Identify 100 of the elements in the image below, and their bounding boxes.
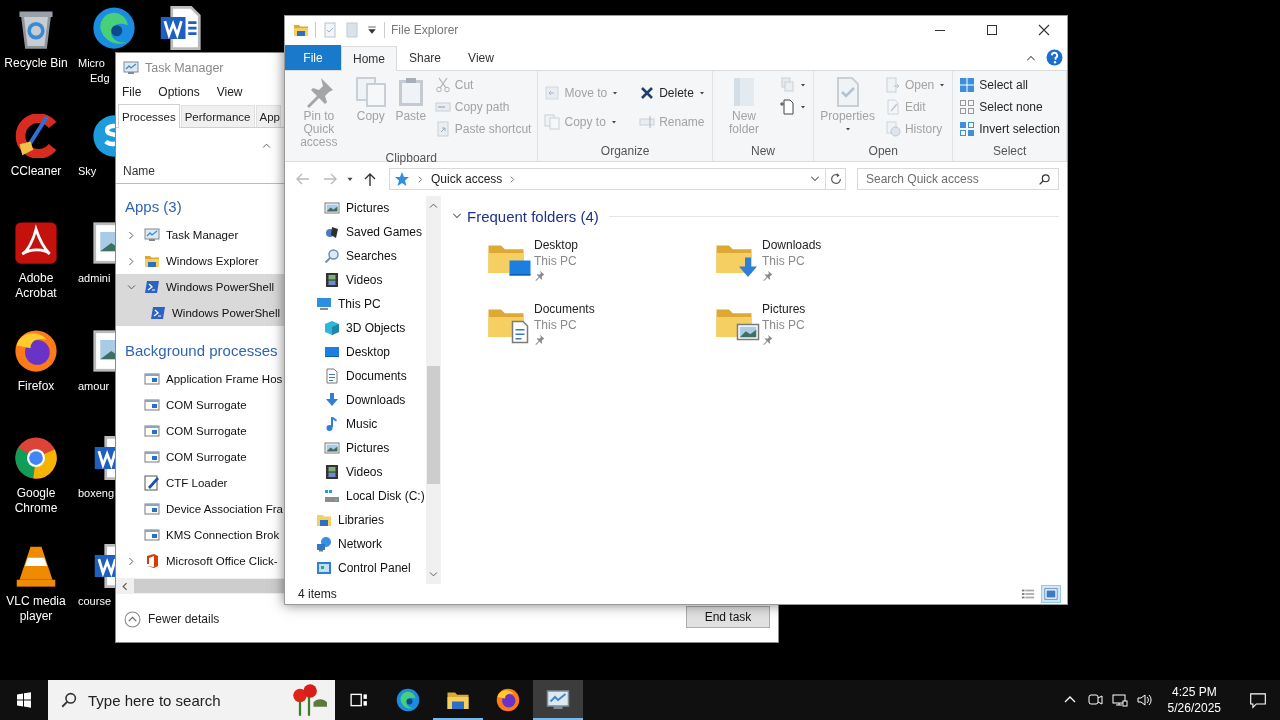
image-file-icon[interactable]: [92, 221, 115, 265]
ribbon-tab[interactable]: View: [453, 45, 509, 70]
process-row[interactable]: Windows PowerShell: [116, 300, 285, 326]
up-arrow-icon[interactable]: [362, 171, 378, 187]
taskbar-app-button[interactable]: [533, 680, 583, 720]
process-row[interactable]: Microsoft Office Click-: [116, 548, 285, 574]
process-row[interactable]: Device Association Fra: [116, 496, 285, 522]
process-row[interactable]: KMS Connection Brok: [116, 522, 285, 548]
ribbon-button[interactable]: Select none: [956, 96, 1063, 118]
firefox-icon[interactable]: [14, 328, 58, 373]
nav-item[interactable]: Pictures: [285, 436, 426, 460]
large-icons-view-button[interactable]: [1041, 585, 1061, 603]
nav-item[interactable]: Local Disk (C:): [285, 484, 426, 508]
help-icon[interactable]: [1046, 49, 1063, 66]
section-title[interactable]: Frequent folders (4): [467, 207, 599, 225]
caret-icon: [799, 103, 808, 111]
icon-label[interactable]: Recycle Bin: [0, 56, 72, 71]
chrome-icon[interactable]: [14, 436, 58, 480]
library-icon: [316, 512, 332, 528]
acrobat-icon[interactable]: [14, 221, 58, 265]
end-task-button[interactable]: End task: [686, 606, 770, 628]
edge-icon[interactable]: [92, 6, 136, 50]
ribbon-button[interactable]: Delete: [636, 82, 709, 104]
camera-icon[interactable]: [1086, 692, 1103, 708]
scroll-left-icon[interactable]: [119, 580, 130, 592]
easy-access-icon: [779, 99, 796, 115]
nav-item[interactable]: Saved Games: [285, 220, 426, 244]
window-title: File Explorer: [391, 23, 460, 37]
folder-tile[interactable]: Pictures This PC: [714, 302, 942, 366]
icon-label[interactable]: Edg: [90, 71, 110, 86]
folder-tile[interactable]: Desktop This PC: [486, 238, 714, 302]
icon-label[interactable]: course: [78, 593, 112, 609]
folder-tile[interactable]: Documents This PC: [486, 302, 714, 366]
nav-item[interactable]: Libraries: [285, 508, 426, 532]
nav-item[interactable]: 3D Objects: [285, 316, 426, 340]
column-header[interactable]: Name: [123, 164, 285, 178]
image-file-icon[interactable]: [92, 328, 115, 373]
search-field[interactable]: Search Quick access: [857, 168, 1059, 190]
icon-label[interactable]: admini: [78, 271, 111, 286]
icon-label[interactable]: amour: [78, 378, 110, 394]
icon-label[interactable]: VLC media player: [0, 593, 72, 624]
network-icon[interactable]: [1111, 692, 1128, 708]
process-row[interactable]: Task Manager: [116, 222, 285, 248]
x-mark-icon: [639, 85, 656, 101]
horizontal-scrollbar[interactable]: [116, 578, 285, 594]
nav-item[interactable]: This PC: [285, 292, 426, 316]
office-icon: [144, 553, 160, 569]
vertical-scrollbar[interactable]: [426, 196, 441, 584]
ribbon-tab[interactable]: Home: [341, 46, 397, 71]
customize-caret-icon[interactable]: [366, 24, 378, 36]
ribbon-button[interactable]: Select all: [956, 74, 1063, 96]
process-row[interactable]: COM Surrogate: [116, 418, 285, 444]
chevron-right-icon[interactable]: [508, 174, 518, 184]
nav-item[interactable]: Searches: [285, 244, 426, 268]
speaker-icon[interactable]: [1136, 692, 1153, 708]
breadcrumb[interactable]: Quick access: [431, 172, 503, 186]
window-icon: [144, 371, 160, 387]
nav-item[interactable]: Desktop: [285, 340, 426, 364]
file-menu-tab[interactable]: File: [285, 45, 341, 70]
nav-item[interactable]: Music: [285, 412, 426, 436]
process-row[interactable]: Windows PowerShell: [116, 274, 285, 300]
icon-label[interactable]: Google Chrome: [0, 486, 72, 516]
process-row[interactable]: COM Surrogate: [116, 444, 285, 470]
menu-item[interactable]: Options: [158, 85, 200, 99]
nav-item[interactable]: Videos: [285, 460, 426, 484]
address-bar[interactable]: Quick access: [389, 168, 846, 190]
icon-label[interactable]: CCleaner: [0, 163, 72, 179]
ccleaner-icon[interactable]: [14, 113, 58, 158]
ribbon-tab[interactable]: Share: [397, 45, 453, 70]
tab[interactable]: Processes: [118, 104, 180, 128]
nav-item[interactable]: Videos: [285, 268, 426, 292]
icon-label[interactable]: Adobe Acrobat: [0, 271, 72, 301]
process-row[interactable]: Windows Explorer: [116, 248, 285, 274]
caret-icon: [799, 81, 808, 89]
nav-item[interactable]: Documents: [285, 364, 426, 388]
menu-item[interactable]: View: [216, 85, 243, 99]
icon-label[interactable]: Sky: [78, 163, 97, 179]
ribbon-button[interactable]: Invert selection: [956, 118, 1063, 140]
icon-label[interactable]: Firefox: [0, 378, 72, 394]
group-label: Open: [868, 144, 898, 160]
window-title: Task Manager: [145, 60, 224, 75]
word-document-icon[interactable]: [158, 6, 202, 50]
nav-item[interactable]: Network: [285, 532, 426, 556]
tab[interactable]: App: [255, 105, 281, 127]
process-row[interactable]: COM Surrogate: [116, 392, 285, 418]
nav-item[interactable]: Downloads: [285, 388, 426, 412]
folder-tile[interactable]: Downloads This PC: [714, 238, 942, 302]
icon-label[interactable]: boxeng: [78, 486, 115, 501]
clock[interactable]: 4:25 PM 5/26/2025: [1161, 684, 1227, 716]
fewer-details-link[interactable]: Fewer details: [124, 610, 220, 628]
nav-item[interactable]: Pictures: [285, 196, 426, 220]
close-icon: [1036, 22, 1052, 38]
process-row[interactable]: Application Frame Hos: [116, 366, 285, 392]
icon-label[interactable]: Micro: [78, 56, 110, 71]
search-field[interactable]: Type here to search: [48, 680, 335, 720]
nav-item[interactable]: Control Panel: [285, 556, 426, 580]
menu-item[interactable]: File: [122, 85, 142, 99]
process-row[interactable]: CTF Loader: [116, 470, 285, 496]
poppies-icon: [291, 682, 327, 718]
tab[interactable]: Performance: [180, 105, 255, 127]
